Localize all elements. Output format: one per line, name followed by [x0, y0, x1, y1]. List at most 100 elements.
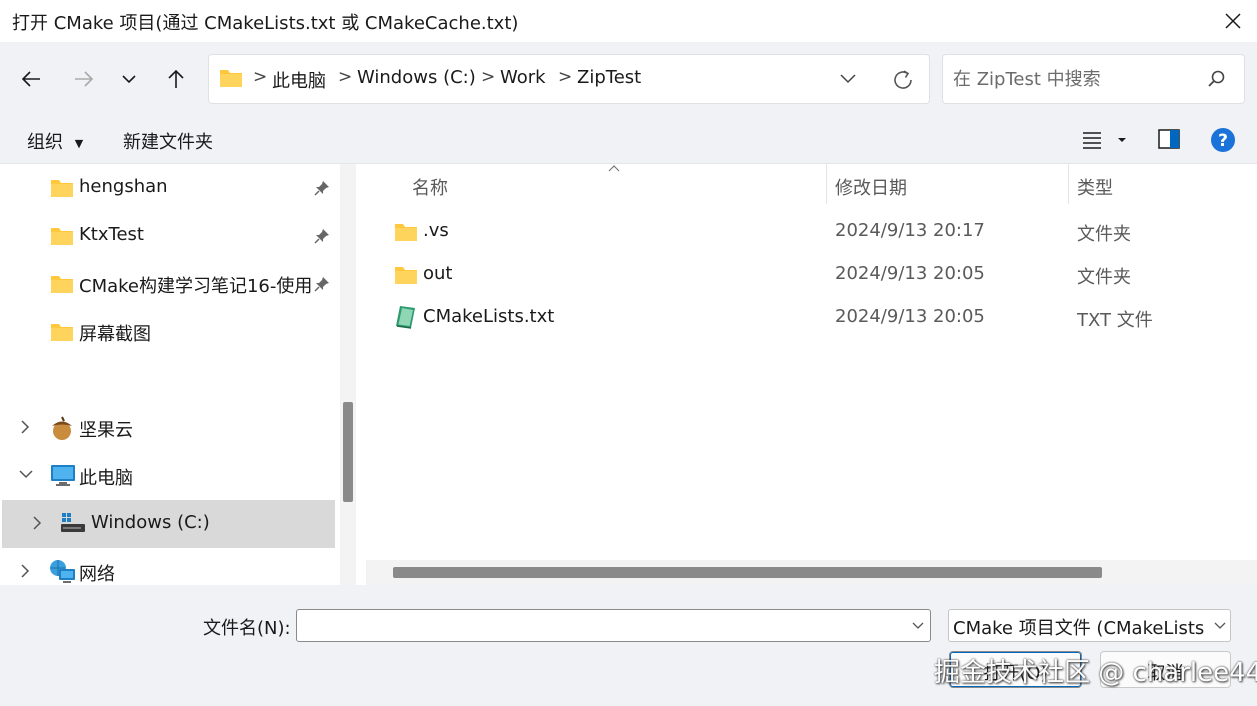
breadcrumb-ziptest[interactable]: ZipTest [577, 67, 641, 88]
file-type: TXT 文件 [1077, 310, 1153, 331]
sort-ascending-icon [607, 164, 621, 174]
navigation-pane: hengshan KtxTest CMake构建学习笔记16-使用 屏幕截图 坚… [0, 164, 340, 585]
breadcrumb-separator: > [338, 67, 353, 87]
file-type: 文件夹 [1077, 267, 1131, 288]
chevron-down-icon [1211, 620, 1227, 632]
column-header-date[interactable]: 修改日期 [835, 174, 907, 200]
file-name: out [423, 263, 453, 284]
sidebar-scrollbar[interactable] [340, 164, 356, 585]
column-divider[interactable] [1068, 164, 1069, 204]
arrow-right-icon [75, 71, 94, 87]
pin-icon [314, 276, 330, 292]
sidebar-item-jianguoyun[interactable]: 坚果云 [2, 404, 335, 452]
pin-icon [314, 180, 330, 196]
computer-icon [50, 463, 76, 487]
filename-label: 文件名(N): [203, 618, 291, 639]
chevron-right-icon[interactable] [18, 419, 32, 435]
text-file-icon [394, 305, 416, 329]
list-view-icon [1083, 132, 1126, 149]
filename-combobox[interactable] [296, 609, 931, 642]
breadcrumb-separator: > [558, 67, 573, 87]
address-bar[interactable]: > 此电脑 > Windows (C:) > Work > ZipTest [208, 54, 930, 104]
arrow-up-icon [168, 69, 184, 88]
filetype-select[interactable]: CMake 项目文件 (CMakeLists [948, 609, 1231, 642]
address-history-button[interactable] [839, 71, 857, 87]
chevron-down-icon[interactable] [18, 467, 34, 481]
breadcrumb-separator: > [253, 67, 268, 87]
new-folder-button[interactable]: 新建文件夹 [123, 128, 213, 154]
help-button[interactable]: ? [1210, 127, 1236, 153]
preview-pane-button[interactable] [1158, 129, 1180, 149]
preview-pane-icon [1158, 129, 1180, 149]
column-header-name[interactable]: 名称 [412, 174, 448, 200]
horizontal-scrollbar-thumb[interactable] [393, 567, 1102, 578]
filetype-value: CMake 项目文件 (CMakeLists [953, 618, 1205, 639]
folder-icon [50, 226, 74, 246]
search-input[interactable] [953, 67, 1193, 91]
filename-input[interactable] [303, 614, 893, 638]
sidebar-item-label: 此电脑 [79, 468, 133, 489]
sidebar-item-label: CMake构建学习笔记16-使用 [79, 276, 313, 297]
chevron-right-icon[interactable] [30, 515, 44, 531]
file-name: CMakeLists.txt [423, 306, 555, 327]
svg-text:?: ? [1218, 131, 1228, 151]
sidebar-item-ktxtest[interactable]: KtxTest [2, 212, 335, 260]
organize-menu[interactable]: 组织 ▼ [27, 128, 83, 154]
chevron-down-icon [122, 75, 136, 84]
folder-icon [394, 265, 418, 285]
refresh-icon [894, 70, 912, 89]
caret-down-icon: ▼ [74, 136, 84, 150]
folder-icon [394, 222, 418, 242]
pin-icon [314, 228, 330, 244]
folder-icon [219, 67, 243, 89]
sidebar-item-label: hengshan [79, 176, 168, 197]
organize-label: 组织 [27, 132, 63, 153]
file-date: 2024/9/13 20:05 [835, 306, 985, 327]
help-icon: ? [1211, 128, 1235, 152]
network-icon [49, 559, 77, 585]
sidebar-item-windows-c[interactable]: Windows (C:) [2, 500, 335, 548]
folder-icon [50, 274, 74, 294]
sidebar-item-label: KtxTest [79, 224, 144, 245]
file-type: 文件夹 [1077, 224, 1131, 245]
recent-locations-button[interactable] [112, 62, 146, 96]
sidebar-item-label: 网络 [79, 564, 115, 585]
folder-icon [50, 322, 74, 342]
breadcrumb-windows-c[interactable]: Windows (C:) [357, 67, 476, 88]
file-date: 2024/9/13 20:05 [835, 263, 985, 284]
chevron-down-icon [840, 74, 856, 84]
chevron-down-icon[interactable] [911, 620, 925, 632]
sidebar-item-label: 屏幕截图 [79, 324, 151, 345]
forward-button[interactable] [67, 62, 101, 96]
folder-icon [50, 178, 74, 198]
column-header-type[interactable]: 类型 [1077, 174, 1113, 200]
file-date: 2024/9/13 20:17 [835, 220, 985, 241]
sidebar-item-label: Windows (C:) [91, 512, 210, 533]
back-button[interactable] [14, 62, 48, 96]
sidebar-item-network[interactable]: 网络 [2, 548, 335, 585]
breadcrumb-work[interactable]: Work [500, 67, 546, 88]
breadcrumb-separator: > [481, 67, 496, 87]
search-box[interactable] [942, 54, 1245, 104]
sidebar-item-screenshots[interactable]: 屏幕截图 [2, 308, 335, 356]
sidebar-item-label: 坚果云 [79, 420, 133, 441]
acorn-icon [48, 414, 76, 442]
sidebar-scrollbar-thumb[interactable] [343, 402, 353, 502]
search-icon [1206, 69, 1226, 89]
breadcrumb-this-pc[interactable]: 此电脑 [272, 67, 326, 93]
close-button[interactable] [1213, 2, 1253, 40]
arrow-left-icon [21, 71, 40, 87]
close-icon [1225, 13, 1241, 29]
file-name: .vs [423, 220, 449, 241]
sidebar-item-this-pc[interactable]: 此电脑 [2, 452, 335, 500]
view-options-button[interactable] [1082, 131, 1130, 149]
sidebar-item-cmake-notes[interactable]: CMake构建学习笔记16-使用 [2, 260, 335, 308]
watermark: 掘金技术社区 @ charlee44 [934, 658, 1257, 688]
sidebar-item-hengshan[interactable]: hengshan [2, 164, 335, 212]
column-divider[interactable] [826, 164, 827, 204]
up-button[interactable] [159, 62, 193, 96]
refresh-button[interactable] [891, 68, 915, 92]
chevron-right-icon[interactable] [18, 563, 32, 579]
drive-icon [60, 512, 86, 534]
window-title: 打开 CMake 项目(通过 CMakeLists.txt 或 CMakeCac… [12, 13, 519, 34]
